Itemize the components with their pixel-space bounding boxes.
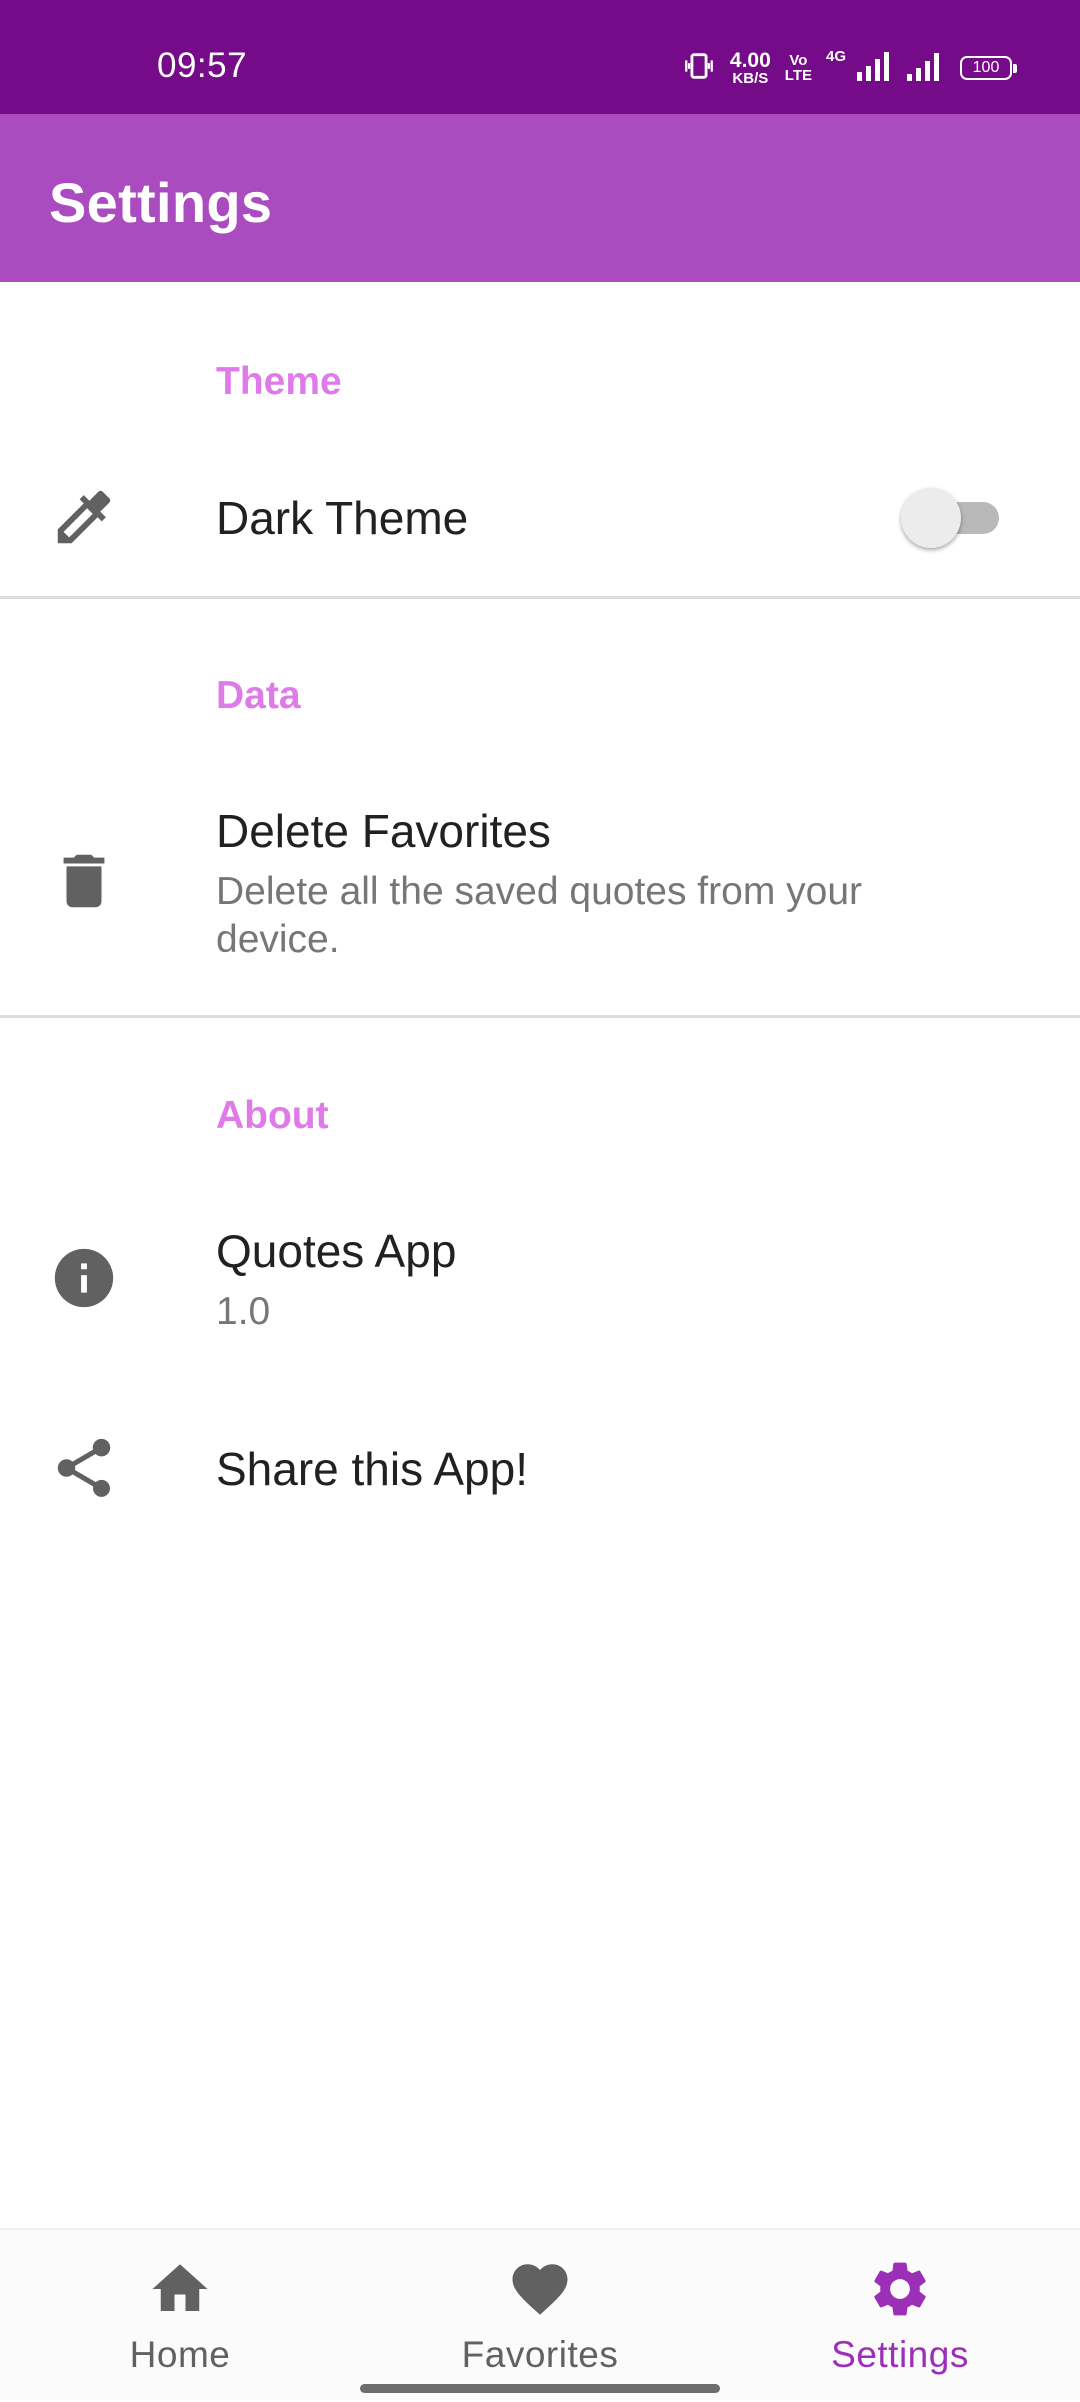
signal-icon: [856, 50, 892, 87]
info-icon: [49, 1243, 119, 1313]
status-icons: 4.00 KB/S Vo LTE 4G 100: [682, 48, 1017, 88]
volte-indicator: Vo LTE: [785, 53, 812, 83]
status-time: 09:57: [157, 46, 248, 85]
trash-icon: [49, 846, 119, 916]
section-header-about: About: [216, 1094, 329, 1137]
section-header-data: Data: [216, 674, 301, 717]
network-speed-value: 4.00: [729, 49, 771, 72]
eyedropper-icon: [49, 482, 119, 552]
gear-icon: [867, 2256, 933, 2322]
page-title: Settings: [49, 171, 273, 234]
battery-icon: 100: [960, 56, 1017, 80]
share-icon: [49, 1433, 119, 1503]
share-app-title: Share this App!: [216, 1443, 528, 1495]
app-version: 1.0: [216, 1290, 271, 1333]
status-bar: 09:57 4.00 KB/S Vo LTE 4G 100: [0, 0, 1080, 114]
nav-settings[interactable]: Settings: [720, 2230, 1080, 2402]
network-type: 4G: [825, 48, 846, 65]
delete-favorites-summary: Delete all the saved quotes from your de…: [216, 870, 863, 961]
network-speed-unit: KB/S: [732, 70, 769, 87]
section-header-theme: Theme: [216, 360, 342, 403]
nav-favorites-label: Favorites: [461, 2334, 619, 2375]
dark-theme-title: Dark Theme: [216, 492, 469, 544]
nav-settings-label: Settings: [831, 2334, 969, 2375]
heart-icon: [507, 2256, 573, 2322]
dark-theme-switch[interactable]: [901, 488, 1001, 548]
delete-favorites-title: Delete Favorites: [216, 805, 551, 857]
home-icon: [147, 2256, 213, 2322]
nav-favorites[interactable]: Favorites: [360, 2230, 720, 2402]
nav-home-label: Home: [129, 2334, 231, 2375]
bottom-navigation: Home Favorites Settings: [0, 2228, 1080, 2400]
divider: [0, 1015, 1080, 1018]
app-bar: Settings: [0, 114, 1080, 282]
volte-bottom: LTE: [784, 67, 812, 84]
app-info-title: Quotes App: [216, 1225, 457, 1277]
network-speed: 4.00 KB/S: [730, 50, 771, 86]
nav-home[interactable]: Home: [0, 2230, 360, 2402]
switch-thumb: [901, 488, 961, 548]
home-indicator: [360, 2384, 720, 2393]
divider: [0, 596, 1080, 599]
vibrate-icon: [682, 49, 716, 88]
signal-icon-2: [906, 50, 946, 87]
